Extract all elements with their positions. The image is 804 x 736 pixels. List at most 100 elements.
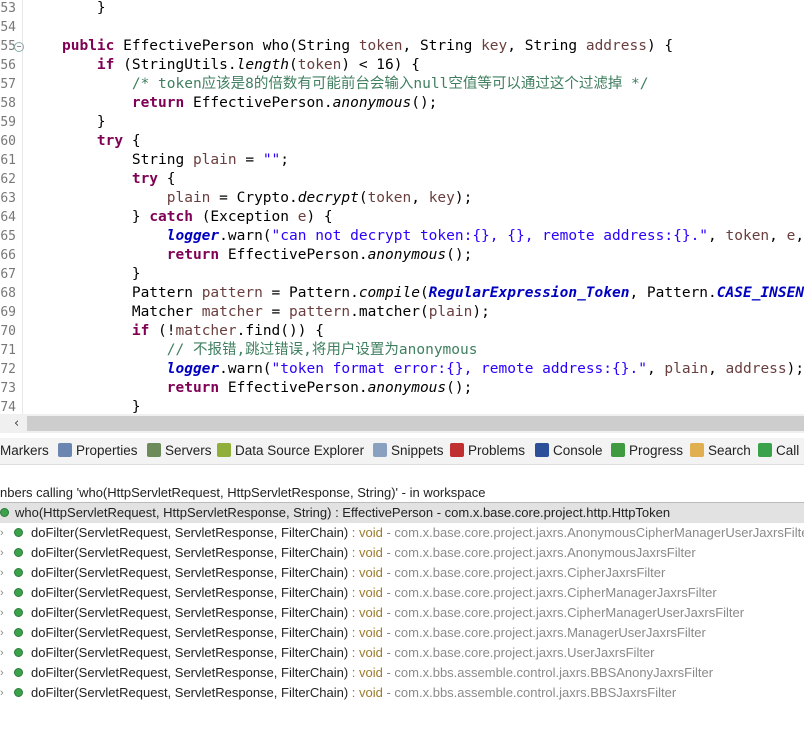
- code-token: token: [358, 38, 403, 54]
- code-line[interactable]: 73 return EffectivePerson.anonymous();: [0, 379, 804, 398]
- tab-data-source-explorer[interactable]: Data Source Explorer: [217, 442, 364, 460]
- code-line[interactable]: 74 }: [0, 398, 804, 414]
- code-line[interactable]: 53 }: [0, 0, 804, 18]
- tab-call[interactable]: Call: [758, 442, 799, 460]
- code-token: String: [62, 152, 193, 168]
- method-signature: doFilter(ServletRequest, ServletResponse…: [31, 585, 349, 600]
- code-text: logger.warn("can not decrypt token:{}, {…: [62, 227, 804, 246]
- code-token: CASE_INSENSITIVE: [716, 285, 804, 301]
- tab-label: Data Source Explorer: [235, 443, 365, 458]
- call-hierarchy-title: nbers calling 'who(HttpServletRequest, H…: [0, 485, 486, 500]
- declaring-class: - com.x.base.core.project.jaxrs.CipherJa…: [382, 565, 666, 580]
- caller-tree-item[interactable]: › doFilter(ServletRequest, ServletRespons…: [0, 643, 804, 663]
- tab-properties[interactable]: Properties: [58, 442, 138, 460]
- declaring-class: - com.x.base.core.project.jaxrs.CipherMa…: [382, 605, 745, 620]
- code-line[interactable]: 72 logger.warn("token format error:{}, r…: [0, 360, 804, 379]
- line-number: 61: [0, 153, 16, 168]
- expand-chevron-icon[interactable]: ›: [0, 543, 4, 563]
- declaring-class: - com.x.bbs.assemble.control.jaxrs.BBSJa…: [382, 685, 677, 700]
- code-line[interactable]: 64 } catch (Exception e) {: [0, 208, 804, 227]
- caller-tree-item[interactable]: › doFilter(ServletRequest, ServletRespons…: [0, 663, 804, 683]
- expand-chevron-icon[interactable]: ›: [0, 563, 4, 583]
- expand-chevron-icon[interactable]: ›: [0, 643, 4, 663]
- tab-label: Progress: [629, 443, 684, 458]
- code-line[interactable]: 57 /* token应该是8的倍数有可能前台会输入null空值等可以通过这个过…: [0, 75, 804, 94]
- tab-markers[interactable]: Markers: [0, 442, 49, 460]
- expand-chevron-icon[interactable]: ›: [0, 583, 4, 603]
- caller-tree-item[interactable]: › doFilter(ServletRequest, ServletRespons…: [0, 583, 804, 603]
- line-number: 58: [0, 96, 16, 111]
- code-editor[interactable]: 53 } 54 55− public EffectivePerson who(Stri…: [0, 0, 804, 414]
- code-token: if: [131, 323, 150, 339]
- code-token: key: [481, 38, 508, 54]
- code-token: ) {: [646, 38, 674, 54]
- code-token: anonymous: [367, 380, 447, 396]
- code-token: logger: [166, 361, 220, 377]
- tree-root-item[interactable]: who(HttpServletRequest, HttpServletRespo…: [0, 503, 804, 523]
- caller-tree-item[interactable]: › doFilter(ServletRequest, ServletRespons…: [0, 623, 804, 643]
- code-token: EffectivePerson who(String: [114, 38, 359, 54]
- method-signature: doFilter(ServletRequest, ServletResponse…: [31, 645, 349, 660]
- return-type: : void: [348, 565, 383, 580]
- tab-console[interactable]: Console: [535, 442, 603, 460]
- code-text: String plain = "";: [62, 151, 289, 170]
- code-token: if: [96, 57, 115, 73]
- public-method-icon: [0, 508, 9, 517]
- caller-tree-item[interactable]: › doFilter(ServletRequest, ServletRespons…: [0, 563, 804, 583]
- code-line[interactable]: 63 plain = Crypto.decrypt(token, key);: [0, 189, 804, 208]
- return-type: : void: [348, 665, 383, 680]
- method-signature: doFilter(ServletRequest, ServletResponse…: [31, 625, 349, 640]
- caller-tree-item[interactable]: › doFilter(ServletRequest, ServletRespons…: [0, 523, 804, 543]
- code-line[interactable]: 59 }: [0, 113, 804, 132]
- code-line[interactable]: 60 try {: [0, 132, 804, 151]
- tab-servers[interactable]: Servers: [147, 442, 212, 460]
- code-text: Pattern pattern = Pattern.compile(Regula…: [62, 284, 804, 303]
- code-line[interactable]: 56 if (StringUtils.length(token) < 16) {: [0, 56, 804, 75]
- code-line[interactable]: 58 return EffectivePerson.anonymous();: [0, 94, 804, 113]
- code-line[interactable]: 61 String plain = "";: [0, 151, 804, 170]
- code-line[interactable]: 69 Matcher matcher = pattern.matcher(pla…: [0, 303, 804, 322]
- code-line[interactable]: 54: [0, 18, 804, 37]
- code-line[interactable]: 65 logger.warn("can not decrypt token:{}…: [0, 227, 804, 246]
- code-token: ;: [280, 152, 290, 168]
- line-number: 67: [0, 267, 16, 282]
- code-line[interactable]: 67 }: [0, 265, 804, 284]
- tab-problems[interactable]: Problems: [450, 442, 525, 460]
- tab-search[interactable]: Search: [690, 442, 751, 460]
- code-line[interactable]: 71 // 不报错,跳过错误,将用户设置为anonymous: [0, 341, 804, 360]
- expand-chevron-icon[interactable]: ›: [0, 523, 4, 543]
- caller-tree-item[interactable]: › doFilter(ServletRequest, ServletRespons…: [0, 543, 804, 563]
- caller-tree-item[interactable]: › doFilter(ServletRequest, ServletRespons…: [0, 683, 804, 703]
- code-token: plain: [192, 152, 237, 168]
- expand-chevron-icon[interactable]: ›: [0, 683, 4, 703]
- code-token: = Pattern.: [262, 285, 359, 301]
- code-line[interactable]: 70 if (!matcher.find()) {: [0, 322, 804, 341]
- code-line[interactable]: 68 Pattern pattern = Pattern.compile(Reg…: [0, 284, 804, 303]
- expand-chevron-icon[interactable]: ›: [0, 623, 4, 643]
- code-token: (: [358, 190, 368, 206]
- code-text: }: [62, 398, 141, 414]
- expand-chevron-icon[interactable]: ›: [0, 663, 4, 683]
- tab-label: Problems: [468, 443, 526, 458]
- code-text: if (StringUtils.length(token) < 16) {: [62, 56, 420, 75]
- problems-icon: [450, 443, 464, 457]
- code-line[interactable]: 62 try {: [0, 170, 804, 189]
- fold-toggle-icon[interactable]: −: [14, 42, 24, 52]
- scrollbar-thumb[interactable]: [27, 416, 804, 431]
- caller-tree-item[interactable]: › doFilter(ServletRequest, ServletRespons…: [0, 603, 804, 623]
- tab-label: Search: [708, 443, 751, 458]
- line-number: 60: [0, 134, 16, 149]
- method-signature: doFilter(ServletRequest, ServletResponse…: [31, 545, 349, 560]
- expand-chevron-icon[interactable]: ›: [0, 603, 4, 623]
- code-line[interactable]: 66 return EffectivePerson.anonymous();: [0, 246, 804, 265]
- scroll-left-icon[interactable]: ‹: [14, 414, 19, 433]
- horizontal-scrollbar[interactable]: ‹: [0, 414, 804, 433]
- code-token: Pattern: [62, 285, 202, 301]
- tab-snippets[interactable]: Snippets: [373, 442, 444, 460]
- tab-progress[interactable]: Progress: [611, 442, 683, 460]
- code-line[interactable]: 55− public EffectivePerson who(String tok…: [0, 37, 804, 56]
- public-method-icon: [14, 668, 23, 677]
- line-number: 54: [0, 20, 16, 35]
- code-token: matcher: [175, 323, 237, 339]
